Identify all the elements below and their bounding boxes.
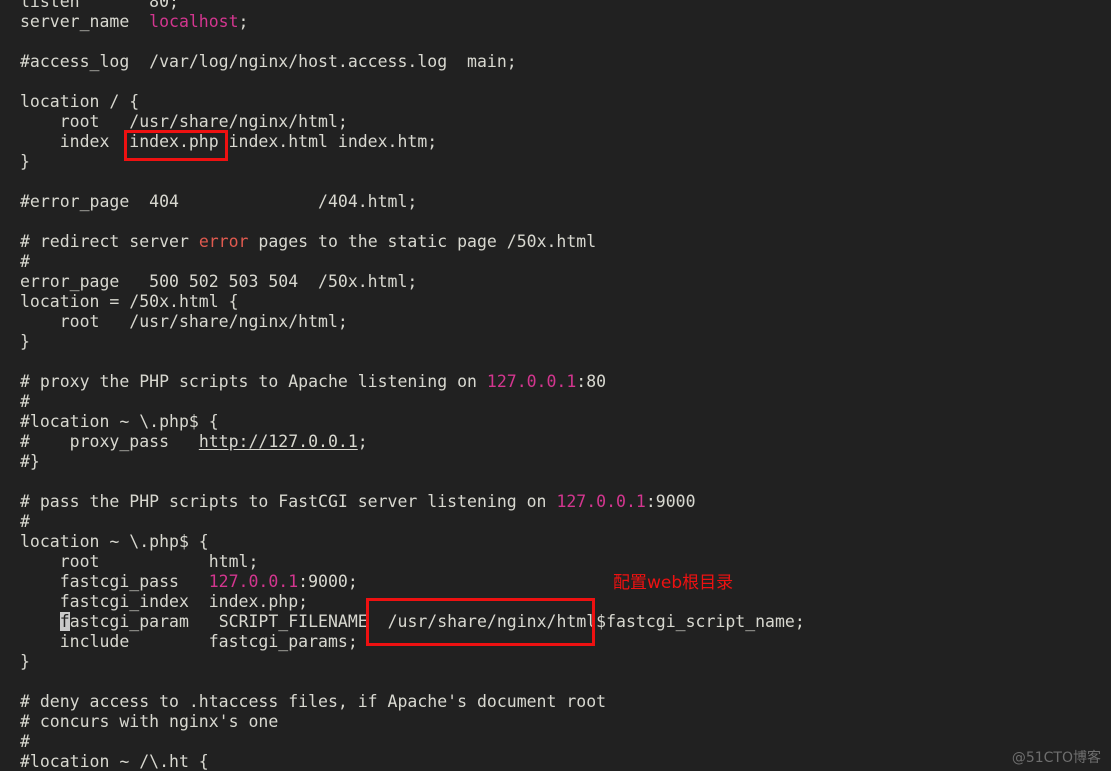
annotation-label-web-root: 配置web根目录 — [613, 573, 734, 593]
code-line: # concurs with nginx's one — [20, 712, 279, 731]
watermark: @51CTO博客 — [1011, 750, 1101, 766]
code-line: # — [20, 732, 30, 751]
code-line: #access_log /var/log/nginx/host.access.l… — [20, 52, 517, 71]
code-token-cursor: f — [59, 612, 70, 631]
code-token: server_name — [20, 12, 150, 31]
code-line: # — [20, 512, 30, 531]
code-token-str: localhost — [149, 12, 239, 31]
code-line: # — [20, 392, 30, 411]
code-line: # pass the PHP scripts to FastCGI server… — [20, 492, 805, 512]
code-token-ip: 127.0.0.1 — [208, 572, 299, 591]
code-token: ; — [357, 432, 368, 451]
code-viewport[interactable]: listen 80; server_name localhost; #access… — [20, 0, 805, 771]
code-token-err: error — [198, 232, 249, 251]
code-line: error_page 500 502 503 504 /50x.html; — [20, 272, 418, 291]
terminal-screen: listen 80; server_name localhost; #access… — [0, 0, 1111, 771]
code-line: #location ~ \.php$ { — [20, 412, 219, 431]
code-token: # proxy_pass — [20, 432, 199, 451]
code-token-ip: 127.0.0.1 — [556, 492, 646, 511]
code-line: # proxy_pass http://127.0.0.1; — [20, 432, 805, 452]
code-line: #error_page 404 /404.html; — [20, 192, 418, 211]
code-line: root /usr/share/nginx/html; — [20, 112, 348, 131]
code-line: #} — [20, 452, 40, 471]
code-line: #location ~ /\.ht { — [20, 752, 209, 771]
code-line: location = /50x.html { — [20, 292, 239, 311]
code-token: ; — [238, 12, 249, 31]
code-line: } — [20, 332, 30, 351]
code-line: fastcgi_index index.php; — [20, 592, 309, 611]
code-token: astcgi_param SCRIPT_FILENAME /usr/share/… — [69, 612, 805, 631]
code-line: listen 80; — [20, 0, 179, 11]
code-token: # pass the PHP scripts to FastCGI server… — [20, 492, 557, 511]
code-line: include fastcgi_params; — [20, 632, 358, 651]
code-token: # proxy the PHP scripts to Apache listen… — [20, 372, 487, 391]
code-token: pages to the static page /50x.html — [248, 232, 597, 251]
code-line: root /usr/share/nginx/html; — [20, 312, 348, 331]
code-line: # deny access to .htaccess files, if Apa… — [20, 692, 607, 711]
code-token: fastcgi_pass — [20, 572, 209, 591]
code-line: # redirect server error pages to the sta… — [20, 232, 805, 252]
code-token-url: http://127.0.0.1 — [198, 432, 358, 451]
code-token-ip: 127.0.0.1 — [486, 372, 577, 391]
code-line: index index.php index.html index.htm; — [20, 132, 438, 151]
code-token: :9000 — [645, 492, 696, 511]
code-token: :9000; — [298, 572, 358, 591]
code-line: location / { — [20, 92, 140, 111]
code-line: location ~ \.php$ { — [20, 532, 209, 551]
code-line: # proxy the PHP scripts to Apache listen… — [20, 372, 805, 392]
code-line: } — [20, 152, 30, 171]
code-token: # redirect server — [20, 232, 199, 251]
code-token: :80 — [576, 372, 607, 391]
code-line: # — [20, 252, 30, 271]
code-line: server_name localhost; — [20, 12, 805, 32]
code-line: } — [20, 652, 30, 671]
code-line: fastcgi_param SCRIPT_FILENAME /usr/share… — [20, 612, 805, 632]
